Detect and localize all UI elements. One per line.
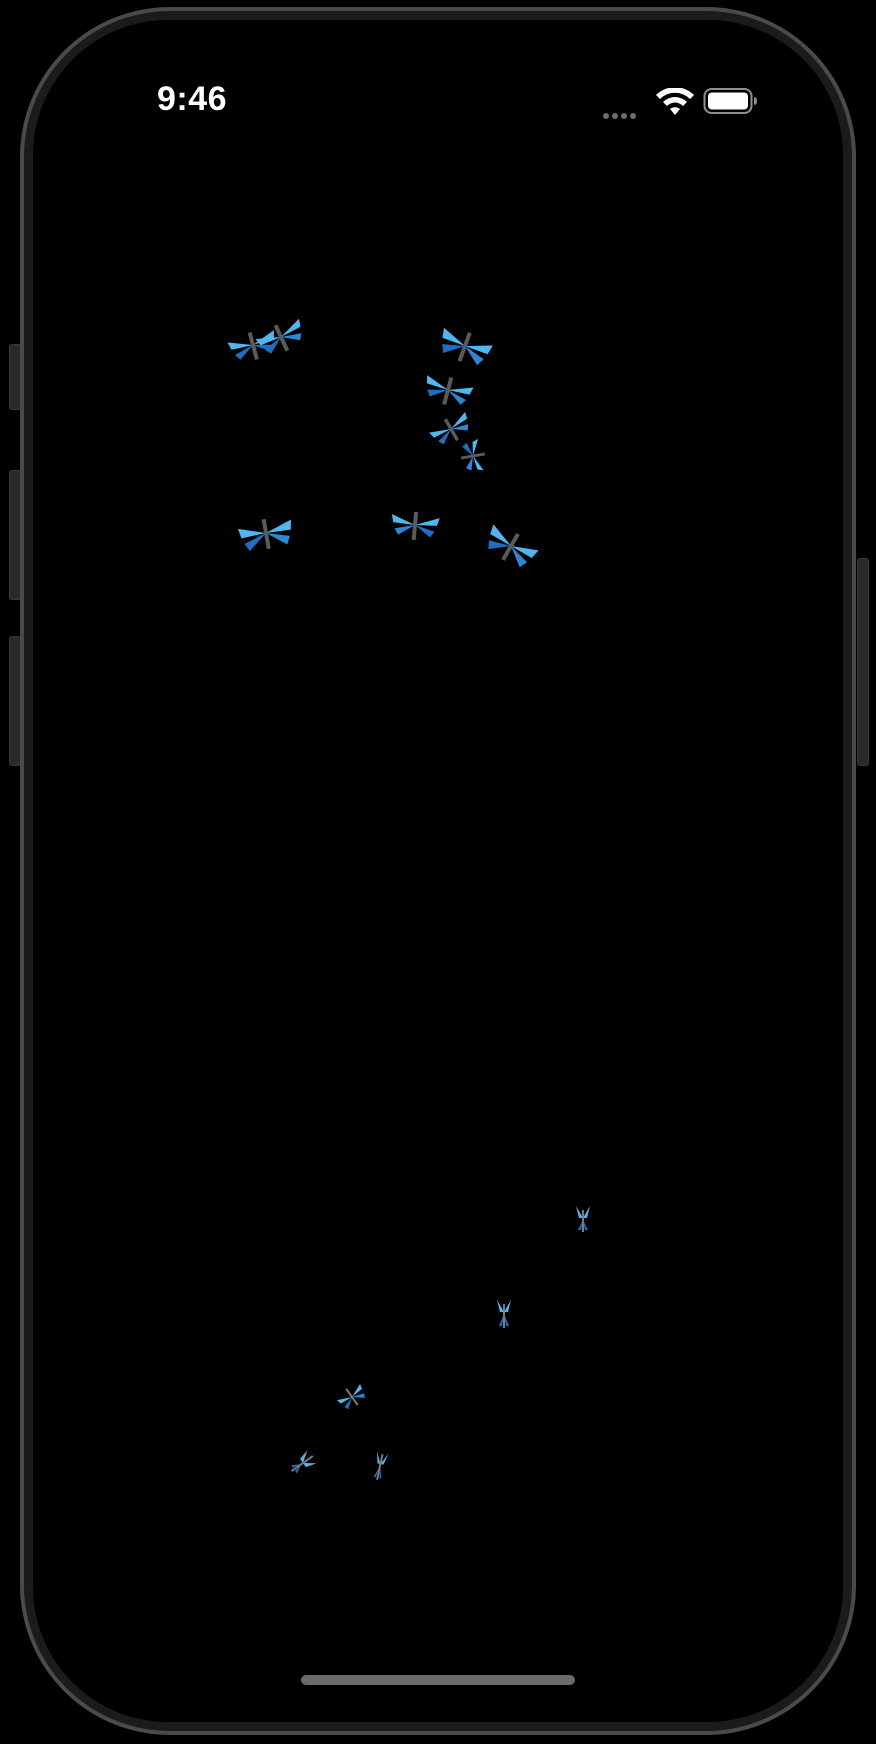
dragonfly-icon bbox=[237, 518, 292, 552]
status-time: 9:46 bbox=[157, 80, 228, 118]
dragonfly-icon bbox=[373, 1451, 389, 1480]
wifi-icon bbox=[656, 88, 694, 115]
dragonfly-icon bbox=[337, 1384, 365, 1410]
status-bar: 9:46 bbox=[33, 20, 843, 180]
dragonfly-icon bbox=[576, 1206, 590, 1232]
dragonfly-icon bbox=[488, 524, 539, 568]
dragonfly-icon bbox=[497, 1300, 511, 1328]
app-screen[interactable]: 9:46 bbox=[33, 20, 843, 1722]
dragonfly-icon bbox=[460, 438, 486, 471]
battery-full-icon bbox=[703, 88, 757, 114]
home-indicator[interactable] bbox=[301, 1675, 575, 1685]
power-button bbox=[857, 558, 869, 766]
dragonfly-icon bbox=[391, 511, 440, 541]
dragonfly-icon bbox=[255, 318, 302, 354]
cellular-dots-icon bbox=[603, 106, 643, 119]
dragonfly-icon bbox=[290, 1450, 317, 1474]
